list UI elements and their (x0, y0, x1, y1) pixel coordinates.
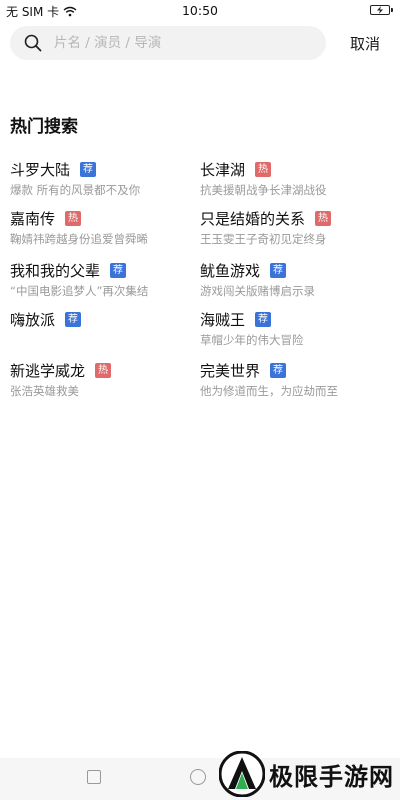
hot-search-title: 热门搜索 (10, 117, 78, 137)
hot-search-item-subtitle: 张浩英雄救美 (10, 384, 79, 398)
recommend-badge: 荐 (80, 161, 97, 177)
hot-search-item[interactable]: 长津湖 热 抗美援朝战争长津湖战役 (200, 158, 390, 202)
recent-apps-button[interactable] (87, 770, 101, 784)
hot-search-item-title: 嗨放派 (10, 310, 56, 329)
status-bar: 无 SIM 卡 10:50 (0, 0, 400, 22)
hot-search-item-subtitle: “中国电影追梦人”再次集结 (10, 284, 149, 298)
cancel-button[interactable]: 取消 (350, 33, 380, 54)
hot-search-item-subtitle: 抗美援朝战争长津湖战役 (200, 183, 327, 197)
hot-search-item-subtitle: 游戏闯关版赌博启示录 (200, 284, 315, 298)
recommend-badge: 荐 (65, 311, 82, 327)
hot-search-item-title: 海贼王 (200, 310, 246, 329)
watermark-text: 极限手游网 (269, 762, 394, 791)
hot-badge: 热 (315, 210, 332, 226)
hot-search-item-title: 我和我的父辈 (10, 261, 101, 280)
watermark-logo-icon (219, 751, 265, 797)
status-time: 10:50 (181, 3, 219, 18)
search-icon (24, 34, 42, 52)
hot-search-item-subtitle: 王玉雯王子奇初见定终身 (200, 232, 327, 246)
hot-badge: 热 (255, 161, 272, 177)
watermark: 极限手游网 (219, 750, 394, 798)
hot-search-item-subtitle: 爆款 所有的风景都不及你 (10, 183, 141, 197)
search-row: 取消 (0, 26, 400, 60)
hot-search-item-subtitle: 鞠婧祎跨越身份追爱曾舜晞 (10, 232, 148, 246)
charging-bolt-icon (377, 6, 383, 14)
hot-search-item-title: 新逃学威龙 (10, 361, 86, 380)
hot-search-item-title: 完美世界 (200, 361, 261, 380)
search-box[interactable] (10, 26, 326, 60)
hot-search-item[interactable]: 嗨放派 荐 (10, 308, 200, 352)
hot-search-item-title: 只是结婚的关系 (200, 209, 306, 228)
hot-search-item-title: 鱿鱼游戏 (200, 261, 261, 280)
recommend-badge: 荐 (255, 311, 272, 327)
hot-search-item[interactable]: 鱿鱼游戏 荐 游戏闯关版赌博启示录 (200, 259, 390, 303)
hot-search-item-title: 长津湖 (200, 160, 246, 179)
recommend-badge: 荐 (270, 362, 287, 378)
hot-search-item-title: 斗罗大陆 (10, 160, 71, 179)
hot-search-item[interactable]: 嘉南传 热 鞠婧祎跨越身份追爱曾舜晞 (10, 207, 200, 251)
hot-search-item-subtitle: 草帽少年的伟大冒险 (200, 333, 304, 347)
hot-search-item[interactable]: 完美世界 荐 他为修道而生，为应劫而至 (200, 359, 390, 403)
hot-badge: 热 (95, 362, 112, 378)
hot-search-item-title: 嘉南传 (10, 209, 56, 228)
hot-badge: 热 (65, 210, 82, 226)
hot-search-item[interactable]: 斗罗大陆 荐 爆款 所有的风景都不及你 (10, 158, 200, 202)
hot-search-item[interactable]: 我和我的父辈 荐 “中国电影追梦人”再次集结 (10, 259, 200, 303)
recommend-badge: 荐 (110, 262, 127, 278)
hot-search-item[interactable]: 只是结婚的关系 热 王玉雯王子奇初见定终身 (200, 207, 390, 251)
hot-search-item[interactable]: 新逃学威龙 热 张浩英雄救美 (10, 359, 200, 403)
hot-search-item-subtitle: 他为修道而生，为应劫而至 (200, 384, 338, 398)
recommend-badge: 荐 (270, 262, 287, 278)
search-input[interactable] (54, 26, 314, 60)
home-button[interactable] (190, 769, 206, 785)
battery-icon (370, 5, 393, 15)
hot-search-item[interactable]: 海贼王 荐 草帽少年的伟大冒险 (200, 308, 390, 352)
